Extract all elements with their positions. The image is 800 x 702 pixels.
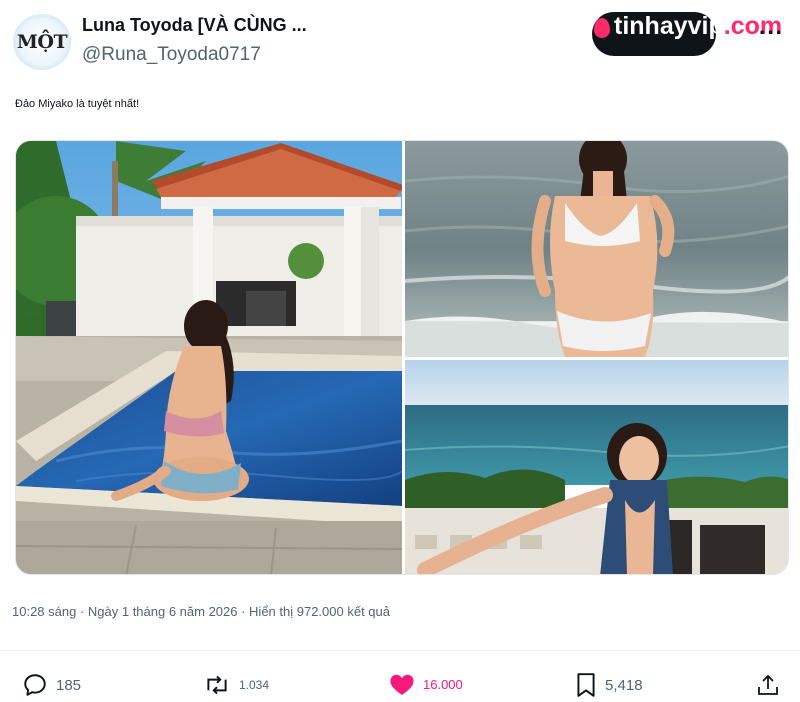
author-handle[interactable]: @Runa_Toyoda0717 bbox=[82, 44, 261, 66]
reply-count: 185 bbox=[56, 676, 82, 694]
media-photo-beach[interactable] bbox=[405, 141, 788, 357]
media-photo-terrace[interactable] bbox=[405, 360, 788, 574]
share-icon bbox=[758, 674, 778, 695]
media-grid bbox=[15, 140, 789, 575]
avatar-text: MỘT bbox=[16, 31, 68, 53]
like-button[interactable]: 16.000 bbox=[389, 672, 463, 696]
tweet-text: Đảo Miyako là tuyệt nhất! bbox=[15, 98, 140, 110]
bookmark-count: 5,418 bbox=[605, 676, 643, 694]
bookmark-button[interactable]: 5,418 bbox=[575, 672, 643, 698]
heart-icon bbox=[390, 674, 414, 695]
flame-icon bbox=[594, 17, 610, 38]
media-photo-pool[interactable] bbox=[16, 141, 402, 574]
share-button[interactable] bbox=[756, 672, 780, 698]
watermark: tinhay vip .com bbox=[594, 12, 782, 41]
reply-icon bbox=[24, 674, 46, 696]
watermark-text-1: tinhay bbox=[614, 12, 688, 40]
reply-button[interactable]: 185 bbox=[22, 672, 81, 698]
like-count: 16.000 bbox=[423, 676, 463, 692]
retweet-icon bbox=[207, 675, 227, 695]
retweet-button[interactable]: 1.034 bbox=[203, 672, 269, 698]
watermark-text-2: vip bbox=[687, 12, 724, 40]
author-display-name[interactable]: Luna Toyoda [VÀ CÙNG ... bbox=[82, 15, 307, 36]
retweet-count: 1.034 bbox=[239, 678, 270, 692]
more-options-button[interactable]: ··· bbox=[759, 20, 784, 46]
avatar[interactable]: MỘT bbox=[13, 14, 71, 70]
tweet-timestamp[interactable]: 10:28 sáng · Ngày 1 tháng 6 năm 2026 · H… bbox=[12, 604, 390, 619]
bookmark-icon bbox=[577, 673, 595, 697]
divider bbox=[0, 650, 800, 651]
